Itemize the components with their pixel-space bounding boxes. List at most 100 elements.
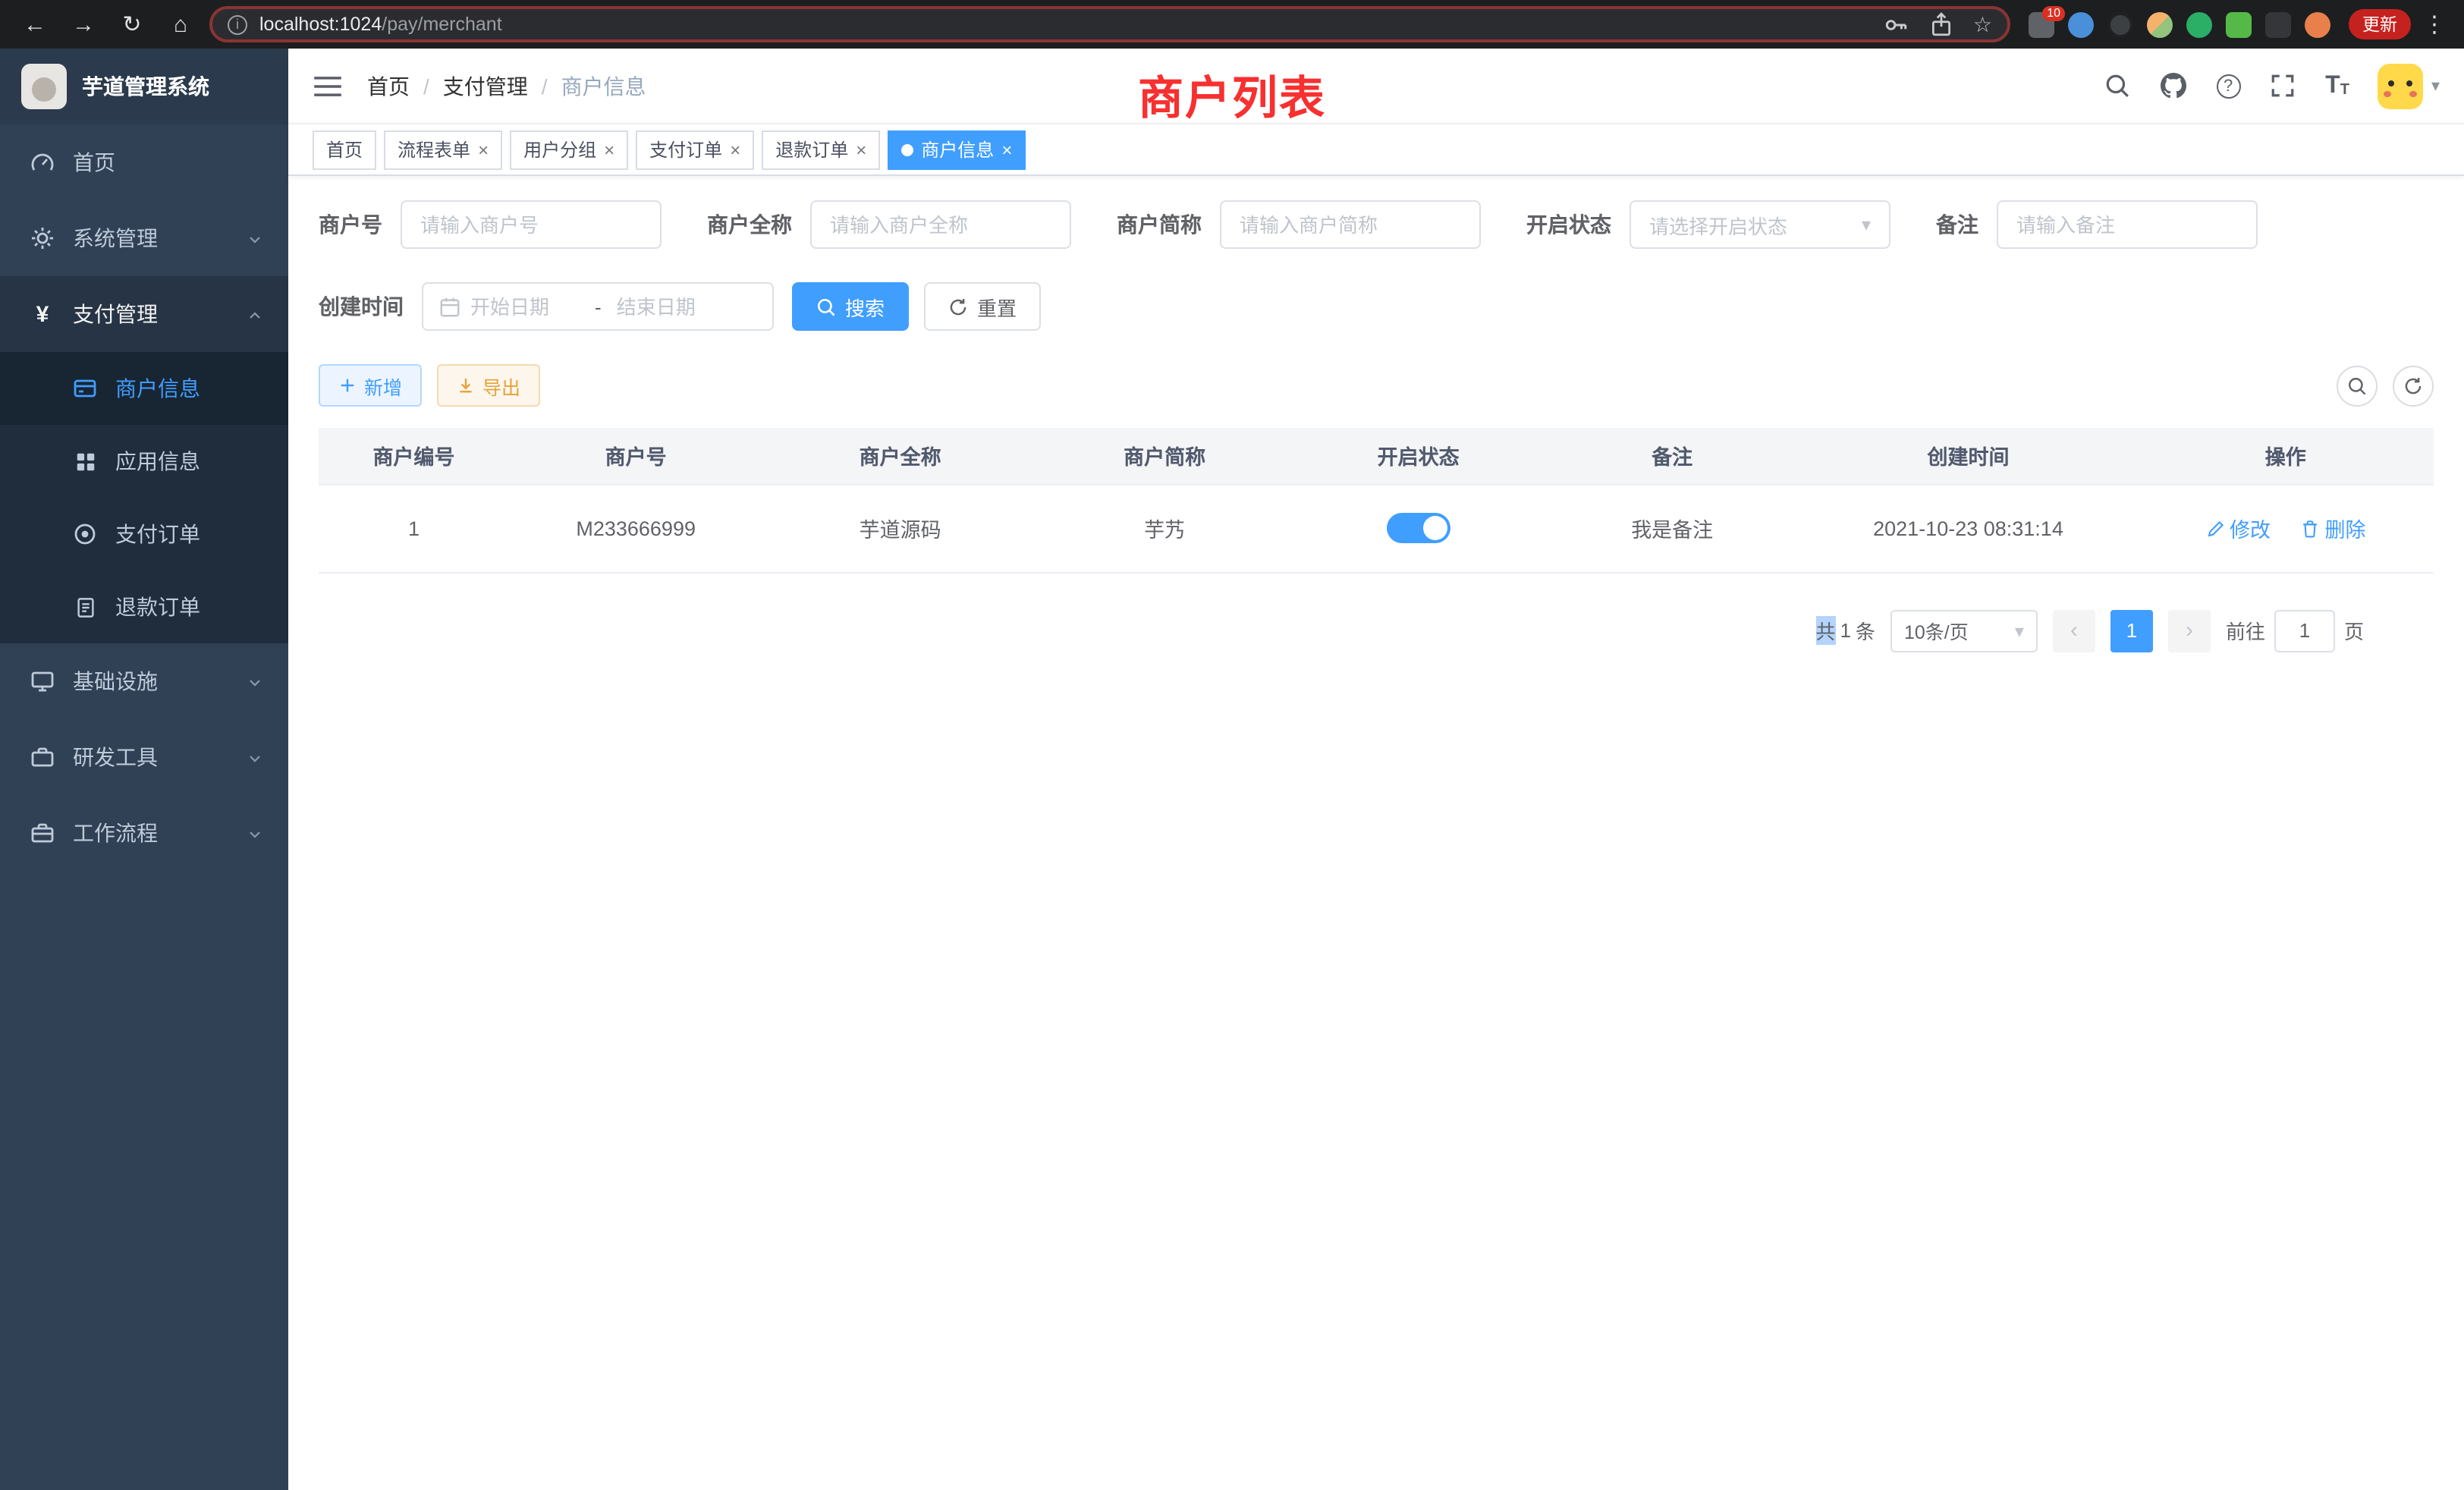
sidebar-item-app-info[interactable]: 应用信息 xyxy=(0,425,288,498)
extension-puzzle-icon[interactable]: 10 xyxy=(2029,11,2054,37)
close-icon[interactable]: × xyxy=(478,140,489,159)
tab-home[interactable]: 首页 xyxy=(313,130,376,169)
calendar-icon xyxy=(438,295,461,318)
merchant-full-name-input[interactable] xyxy=(810,200,1071,249)
extension-drop-icon[interactable] xyxy=(2068,11,2094,37)
filter-label: 创建时间 xyxy=(319,291,404,322)
edit-link[interactable]: 修改 xyxy=(2205,513,2271,543)
sidebar-item-dev-tools[interactable]: 研发工具 xyxy=(0,719,288,795)
tab-label: 用户分组 xyxy=(523,137,596,162)
extension-green-square-icon[interactable] xyxy=(2226,11,2252,37)
filter-label: 商户号 xyxy=(319,209,382,240)
reload-icon[interactable]: ↻ xyxy=(112,5,152,44)
page-number-button[interactable]: 1 xyxy=(2110,609,2153,652)
help-icon[interactable]: ? xyxy=(2216,74,2240,98)
tab-pay-order[interactable]: 支付订单× xyxy=(636,130,754,169)
font-size-icon[interactable]: TT xyxy=(2325,74,2349,98)
filter-merchant-full-name: 商户全称 xyxy=(707,200,1071,249)
tab-label: 流程表单 xyxy=(398,137,470,162)
close-icon[interactable]: × xyxy=(856,140,866,159)
sidebar-item-label: 支付管理 xyxy=(73,299,158,329)
cell-full-name: 芋道源码 xyxy=(762,484,1037,572)
close-icon[interactable]: × xyxy=(730,140,740,159)
refresh-icon[interactable] xyxy=(2393,365,2434,406)
fullscreen-icon[interactable] xyxy=(2269,72,2296,99)
close-icon[interactable]: × xyxy=(1001,140,1012,159)
home-icon[interactable]: ⌂ xyxy=(161,5,200,44)
profile-avatar-icon[interactable] xyxy=(2305,11,2330,37)
end-date-input[interactable] xyxy=(617,295,726,318)
key-icon[interactable] xyxy=(1882,11,1909,38)
sidebar-logo[interactable]: 芋道管理系统 xyxy=(0,49,288,124)
tab-user-group[interactable]: 用户分组 × xyxy=(510,130,628,169)
filter-merchant-no: 商户号 xyxy=(319,200,662,249)
remark-input[interactable] xyxy=(1997,200,2258,249)
page-size-select[interactable]: 10条/页 ▾ xyxy=(1890,609,2038,652)
hamburger-icon[interactable] xyxy=(313,72,343,99)
omnibox-actions: ☆ xyxy=(1882,11,1992,38)
breadcrumb-separator: / xyxy=(542,74,548,98)
browser-menu-icon[interactable]: ⋮ xyxy=(2420,11,2449,38)
pagination: 共 1 条 10条/页 ▾ ‹ 1 › 前往 页 xyxy=(319,609,2364,652)
breadcrumb-payment[interactable]: 支付管理 xyxy=(443,71,528,101)
toggle-search-icon[interactable] xyxy=(2337,365,2378,406)
user-avatar xyxy=(2378,63,2424,108)
site-info-icon[interactable]: i xyxy=(228,14,247,34)
share-icon[interactable] xyxy=(1928,11,1955,38)
next-page-button[interactable]: › xyxy=(2168,609,2211,652)
tab-refund-order[interactable]: 退款订单× xyxy=(762,130,880,169)
merchant-short-name-input[interactable] xyxy=(1220,200,1481,249)
yen-icon: ¥ xyxy=(30,302,55,326)
extension-dark-circle-icon[interactable] xyxy=(2107,11,2133,37)
url-host: localhost:1024 xyxy=(259,14,382,35)
pagination-total: 共 1 条 xyxy=(1815,616,1875,645)
sidebar-item-refund-order[interactable]: 退款订单 xyxy=(0,571,288,643)
breadcrumb-separator: / xyxy=(423,74,429,98)
url-bar[interactable]: i localhost:1024/pay/merchant ☆ xyxy=(209,6,2010,42)
sidebar-item-home[interactable]: 首页 xyxy=(0,124,288,200)
tab-merchant-info[interactable]: 商户信息× xyxy=(888,130,1026,169)
browser-toolbar: ← → ↻ ⌂ i localhost:1024/pay/merchant ☆ … xyxy=(0,0,2464,49)
search-button[interactable]: 搜索 xyxy=(792,282,909,331)
reset-button[interactable]: 重置 xyxy=(924,282,1041,331)
tab-bar: 首页 流程表单 × 用户分组 × 支付订单× 退款订单× 商户信息× xyxy=(288,124,2464,176)
table-row: 1 M233666999 芋道源码 芋艿 我是备注 2021-10-23 08:… xyxy=(319,484,2434,572)
filter-status: 开启状态 请选择开启状态 ▾ xyxy=(1526,200,1890,249)
tab-process-form[interactable]: 流程表单 × xyxy=(384,130,502,169)
sidebar-item-merchant-info[interactable]: 商户信息 xyxy=(0,352,288,425)
add-button[interactable]: 新增 xyxy=(319,364,422,407)
start-date-input[interactable] xyxy=(470,295,580,318)
prev-page-button[interactable]: ‹ xyxy=(2053,609,2095,652)
status-select[interactable]: 请选择开启状态 ▾ xyxy=(1630,200,1890,249)
extension-pin-icon[interactable] xyxy=(2265,11,2291,37)
forward-icon[interactable]: → xyxy=(64,5,103,44)
extension-avatar-icon[interactable] xyxy=(2147,11,2173,37)
sidebar-item-label: 基础设施 xyxy=(73,666,158,696)
sidebar-item-system[interactable]: 系统管理 xyxy=(0,200,288,276)
sidebar-item-workflow[interactable]: 工作流程 xyxy=(0,795,288,871)
close-icon[interactable]: × xyxy=(604,140,614,159)
github-icon[interactable] xyxy=(2160,72,2187,99)
extension-green-circle-icon[interactable] xyxy=(2186,11,2212,37)
reset-button-label: 重置 xyxy=(977,292,1017,321)
create-time-range-picker[interactable]: - xyxy=(422,282,774,331)
sidebar-item-infrastructure[interactable]: 基础设施 xyxy=(0,643,288,719)
goto-page-input[interactable] xyxy=(2274,609,2335,652)
chevron-down-icon xyxy=(246,229,264,247)
back-icon[interactable]: ← xyxy=(15,5,55,44)
user-menu[interactable]: ▾ xyxy=(2378,63,2440,108)
browser-update-button[interactable]: 更新 xyxy=(2349,9,2411,39)
column-header-actions: 操作 xyxy=(2138,428,2434,484)
search-icon[interactable] xyxy=(2104,72,2131,99)
export-button[interactable]: 导出 xyxy=(437,364,540,407)
breadcrumb-home[interactable]: 首页 xyxy=(367,71,410,101)
select-placeholder: 请选择开启状态 xyxy=(1649,210,1787,239)
sidebar-item-pay-order[interactable]: 支付订单 xyxy=(0,498,288,571)
delete-link[interactable]: 删除 xyxy=(2301,513,2366,543)
bookmark-star-icon[interactable]: ☆ xyxy=(1973,11,1992,37)
merchant-no-input[interactable] xyxy=(401,200,662,249)
status-toggle[interactable] xyxy=(1387,513,1450,543)
column-header-id: 商户编号 xyxy=(319,428,509,484)
sidebar-item-payment[interactable]: ¥ 支付管理 xyxy=(0,276,288,352)
sidebar-item-label: 工作流程 xyxy=(73,818,158,848)
